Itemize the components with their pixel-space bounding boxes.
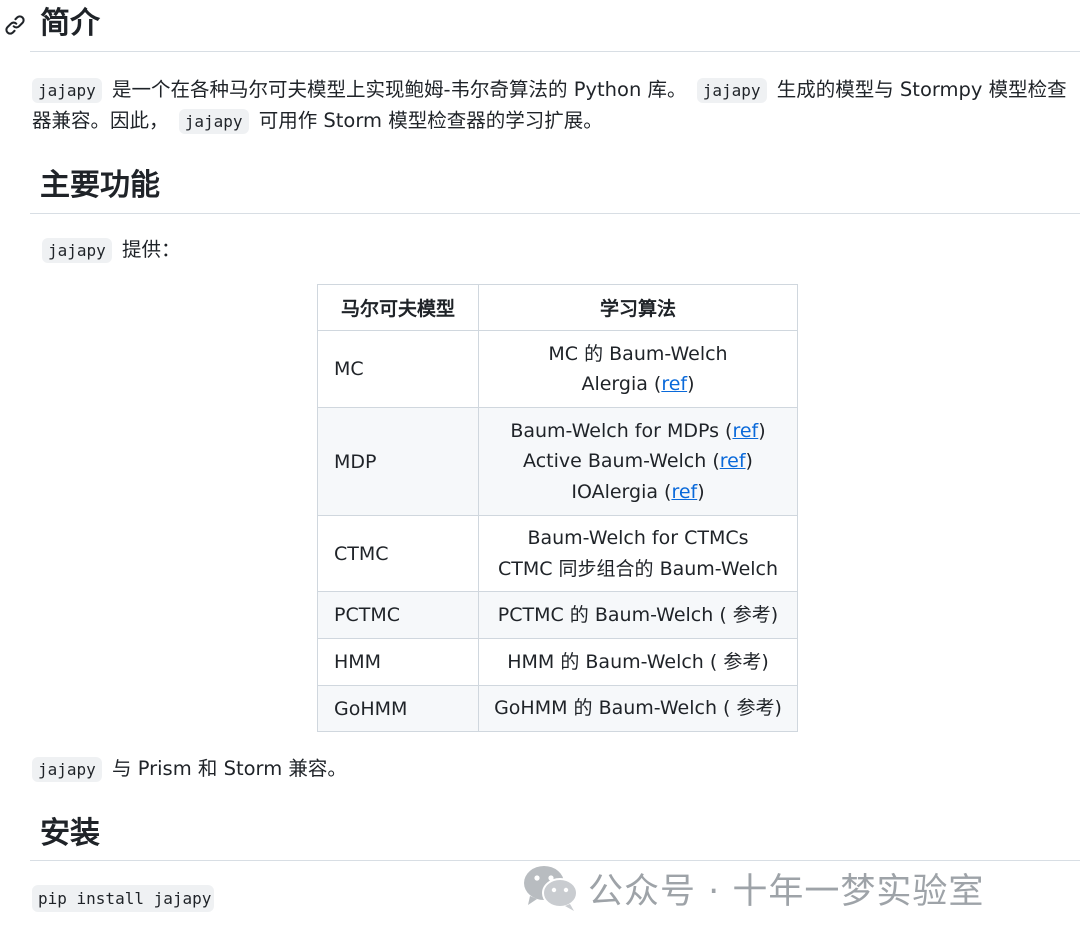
features-heading-block: 主要功能 <box>30 166 1080 214</box>
watermark-text: 公众号 · 十年一梦实验室 <box>588 871 985 912</box>
algorithm-text: Baum-Welch for MDPs ( <box>510 419 733 442</box>
algorithm-text: CTMC 同步组合的 Baum-Welch <box>497 557 779 580</box>
ref-link[interactable]: ref <box>671 481 697 503</box>
intro-heading-block: 简介 <box>5 0 1080 52</box>
table-row: CTMC Baum-Welch for CTMCs CTMC 同步组合的 Baum-… <box>317 515 798 592</box>
intro-text: 器兼容。因此， <box>32 109 175 132</box>
wechat-icon <box>524 866 578 911</box>
algorithm-text: ) <box>687 373 695 395</box>
inline-code: jajapy <box>42 238 112 263</box>
model-cell: HMM <box>317 638 479 686</box>
model-cell: CTMC <box>317 515 479 592</box>
algorithm-cell: GoHMM 的 Baum-Welch ( 参考) <box>478 685 798 732</box>
algorithm-line: HMM 的 Baum-Welch ( 参考) <box>479 647 797 678</box>
algorithm-text: MC 的 Baum-Welch <box>548 342 728 365</box>
install-heading: 安装 <box>40 816 100 851</box>
algorithm-text: ) <box>758 419 766 442</box>
algorithm-text: Baum-Welch for CTMCs <box>527 527 749 549</box>
algorithm-line: GoHMM 的 Baum-Welch ( 参考) <box>479 693 797 724</box>
intro-paragraph-line2: 器兼容。因此， jajapy 可用作 Storm 模型检查器的学习扩展。 <box>32 106 1072 137</box>
table-row: MDP Baum-Welch for MDPs (ref) Active Baum-… <box>317 407 798 516</box>
algorithm-line: Active Baum-Welch (ref) <box>479 446 797 477</box>
model-cell: MC <box>317 330 479 408</box>
algorithm-text: ) <box>697 480 705 503</box>
intro-heading: 简介 <box>40 6 100 41</box>
compat-text: 与 Prism 和 Storm 兼容。 <box>105 757 347 780</box>
algorithm-cell: Baum-Welch for MDPs (ref) Active Baum-Wel… <box>478 407 798 516</box>
algorithm-text: Active Baum-Welch ( <box>523 450 720 473</box>
install-heading-block: 安装 <box>30 814 1080 861</box>
algorithm-text: ) <box>745 450 753 473</box>
intro-text: 生成的模型与 Stormpy 模型检查 <box>770 78 1067 101</box>
inline-code: jajapy <box>32 757 102 782</box>
model-cell: MDP <box>317 407 479 516</box>
algorithm-line: IOAlergia (ref) <box>479 477 797 508</box>
algorithm-text: Alergia ( <box>581 373 662 395</box>
watermark: 公众号 · 十年一梦实验室 <box>522 862 984 914</box>
models-table: 马尔可夫模型 学习算法 MC MC 的 Baum-Welch Alergia (re… <box>317 284 798 732</box>
algorithm-line: CTMC 同步组合的 Baum-Welch <box>479 554 797 585</box>
algorithm-text: GoHMM 的 Baum-Welch ( 参考) <box>494 697 782 720</box>
provides-text: 提供： <box>115 238 181 261</box>
table-header-row: 马尔可夫模型 学习算法 <box>317 284 798 331</box>
model-cell: GoHMM <box>317 685 479 732</box>
inline-code: jajapy <box>178 109 249 134</box>
algorithm-cell: HMM 的 Baum-Welch ( 参考) <box>478 638 798 686</box>
model-cell: PCTMC <box>317 591 479 639</box>
table-row: GoHMM GoHMM 的 Baum-Welch ( 参考) <box>317 685 798 732</box>
intro-text: 是一个在各种马尔可夫模型上实现鲍姆-韦尔奇算法的 Python 库。 <box>105 78 693 101</box>
algorithm-text: HMM 的 Baum-Welch ( 参考) <box>507 650 769 673</box>
ref-link[interactable]: ref <box>720 450 746 472</box>
table-row: MC MC 的 Baum-Welch Alergia (ref) <box>317 330 798 408</box>
inline-code: jajapy <box>32 78 102 103</box>
table-header-algorithm: 学习算法 <box>478 284 798 331</box>
provides-paragraph: jajapy 提供： <box>42 235 1080 266</box>
install-command[interactable]: pip install jajapy <box>32 885 214 912</box>
link-icon[interactable] <box>4 14 26 36</box>
table-row: PCTMC PCTMC 的 Baum-Welch ( 参考) <box>317 591 798 639</box>
intro-text: 可用作 Storm 模型检查器的学习扩展。 <box>252 109 603 132</box>
algorithm-text: IOAlergia ( <box>571 480 672 503</box>
compat-paragraph: jajapy 与 Prism 和 Storm 兼容。 <box>32 754 1072 785</box>
algorithm-line: MC 的 Baum-Welch <box>479 339 797 370</box>
table-header-model: 马尔可夫模型 <box>317 284 479 331</box>
features-heading: 主要功能 <box>40 168 160 203</box>
algorithm-cell: Baum-Welch for CTMCs CTMC 同步组合的 Baum-Welc… <box>478 515 798 592</box>
algorithm-line: Alergia (ref) <box>479 369 797 400</box>
inline-code: jajapy <box>696 78 767 103</box>
intro-paragraph-line1: jajapy 是一个在各种马尔可夫模型上实现鲍姆-韦尔奇算法的 Python 库… <box>32 75 1072 106</box>
algorithm-text: PCTMC 的 Baum-Welch ( 参考) <box>497 603 779 626</box>
algorithm-cell: PCTMC 的 Baum-Welch ( 参考) <box>478 591 798 639</box>
table-row: HMM HMM 的 Baum-Welch ( 参考) <box>317 638 798 686</box>
ref-link[interactable]: ref <box>732 420 758 442</box>
ref-link[interactable]: ref <box>661 373 687 395</box>
algorithm-line: Baum-Welch for MDPs (ref) <box>479 416 797 447</box>
algorithm-line: Baum-Welch for CTMCs <box>479 523 797 554</box>
algorithm-line: PCTMC 的 Baum-Welch ( 参考) <box>479 600 797 631</box>
algorithm-cell: MC 的 Baum-Welch Alergia (ref) <box>478 330 798 408</box>
